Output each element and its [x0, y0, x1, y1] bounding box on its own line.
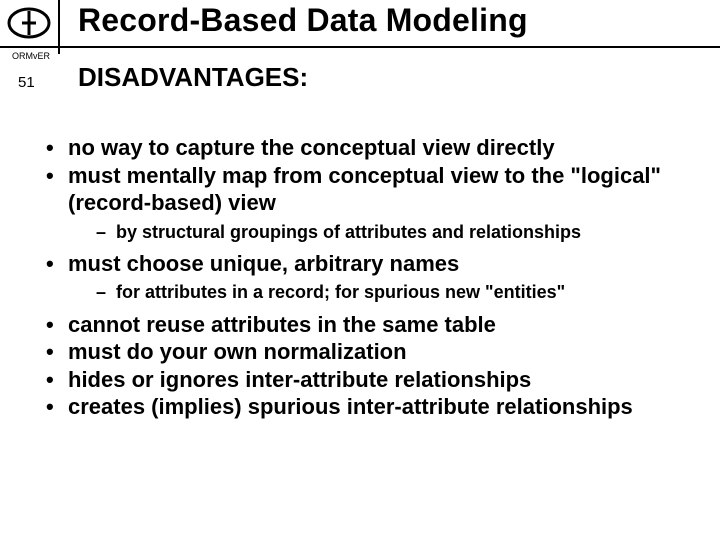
sub-list: for attributes in a record; for spurious…	[68, 281, 690, 304]
list-item: no way to capture the conceptual view di…	[42, 134, 690, 162]
bullet-text: cannot reuse attributes in the same tabl…	[68, 312, 496, 337]
list-item: cannot reuse attributes in the same tabl…	[42, 311, 690, 339]
bullet-text: must mentally map from conceptual view t…	[68, 163, 661, 216]
slide-title: Record-Based Data Modeling	[78, 2, 528, 39]
slide: Record-Based Data Modeling ORMvER 51 DIS…	[0, 0, 720, 540]
bullet-text: no way to capture the conceptual view di…	[68, 135, 555, 160]
subtitle: DISADVANTAGES:	[78, 62, 308, 93]
bullet-text: hides or ignores inter-attribute relatio…	[68, 367, 531, 392]
list-item: by structural groupings of attributes an…	[74, 221, 690, 244]
list-item: must mentally map from conceptual view t…	[42, 162, 690, 244]
bullet-text: must do your own normalization	[68, 339, 407, 364]
bullet-text: by structural groupings of attributes an…	[116, 222, 581, 242]
list-item: creates (implies) spurious inter-attribu…	[42, 393, 690, 421]
bullet-text: for attributes in a record; for spurious…	[116, 282, 565, 302]
sub-list: by structural groupings of attributes an…	[68, 221, 690, 244]
list-item: must choose unique, arbitrary names for …	[42, 250, 690, 305]
body: no way to capture the conceptual view di…	[42, 134, 690, 421]
list-item: hides or ignores inter-attribute relatio…	[42, 366, 690, 394]
bullet-list: no way to capture the conceptual view di…	[42, 134, 690, 421]
list-item: for attributes in a record; for spurious…	[74, 281, 690, 304]
header: Record-Based Data Modeling ORMvER	[0, 0, 720, 54]
header-tag: ORMvER	[12, 51, 50, 61]
bullet-text: must choose unique, arbitrary names	[68, 251, 459, 276]
horizontal-divider	[0, 46, 720, 48]
list-item: must do your own normalization	[42, 338, 690, 366]
logo-icon	[6, 6, 52, 45]
bullet-text: creates (implies) spurious inter-attribu…	[68, 394, 633, 419]
page-number: 51	[18, 74, 35, 91]
